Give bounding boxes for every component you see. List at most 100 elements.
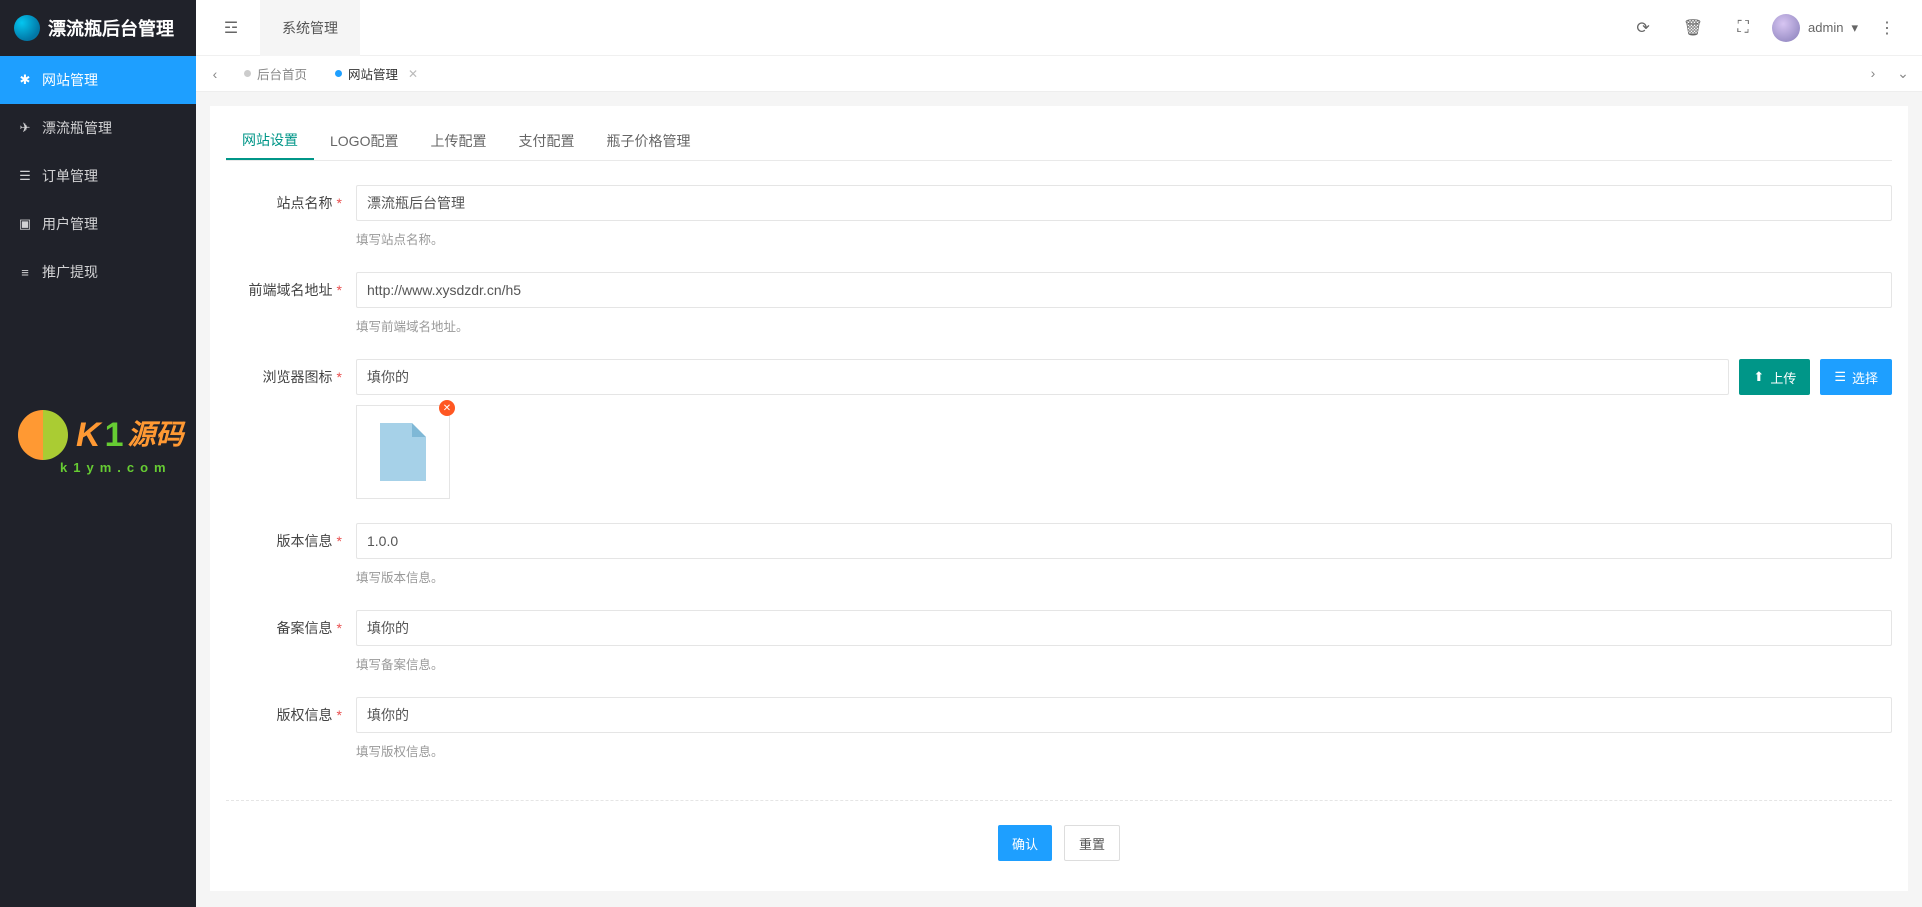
brand-title: 漂流瓶后台管理 xyxy=(48,15,174,41)
reset-label: 重置 xyxy=(1079,834,1105,853)
sidebar-item-label: 网站管理 xyxy=(42,70,98,90)
version-input[interactable] xyxy=(356,523,1892,559)
label-favicon: 浏览器图标 xyxy=(263,369,333,385)
refresh-icon[interactable]: ⟳ xyxy=(1622,0,1664,56)
inner-tab-label: 支付配置 xyxy=(518,131,574,151)
file-icon xyxy=(380,423,426,481)
sidebar-item-orders[interactable]: ☰ 订单管理 xyxy=(0,152,196,200)
thumbnail-delete-icon[interactable]: ✕ xyxy=(439,400,455,416)
tab-dot-icon xyxy=(244,70,251,77)
row-favicon: 浏览器图标* ⬆ 上传 ☰ 选择 ✕ xyxy=(226,359,1892,523)
beian-input[interactable] xyxy=(356,610,1892,646)
tabstrip-tab-website[interactable]: 网站管理 ✕ xyxy=(321,56,432,92)
favicon-input[interactable] xyxy=(356,359,1729,395)
menu-toggle-icon[interactable]: ☲ xyxy=(210,0,252,56)
user-icon: ▣ xyxy=(18,216,32,232)
inner-tab-label: 瓶子价格管理 xyxy=(606,131,690,151)
username: admin xyxy=(1808,20,1843,35)
main: ☲ 系统管理 ⟳ 🗑 ⛶ admin ▾ ⋮ ‹ 后台首页 网站管理 xyxy=(196,0,1922,907)
tab-label: 后台首页 xyxy=(257,64,307,83)
upload-icon: ⬆ xyxy=(1753,369,1764,385)
topbar: ☲ 系统管理 ⟳ 🗑 ⛶ admin ▾ ⋮ xyxy=(196,0,1922,56)
sidebar-item-promo[interactable]: ≡ 推广提现 xyxy=(0,248,196,296)
topbar-systab-label: 系统管理 xyxy=(282,18,338,38)
row-site-name: 站点名称* 填写站点名称。 xyxy=(226,185,1892,272)
tab-price-manage[interactable]: 瓶子价格管理 xyxy=(590,122,706,160)
help-copyright: 填写版权信息。 xyxy=(356,741,1892,760)
sidebar-item-website[interactable]: ✱ 网站管理 xyxy=(0,56,196,104)
row-copyright: 版权信息* 填写版权信息。 xyxy=(226,697,1892,784)
inner-tab-label: 上传配置 xyxy=(430,131,486,151)
label-version: 版本信息 xyxy=(277,533,333,549)
brand-logo-icon xyxy=(14,15,40,41)
sidebar-item-bottle[interactable]: ✈ 漂流瓶管理 xyxy=(0,104,196,152)
site-name-input[interactable] xyxy=(356,185,1892,221)
tabstrip-prev-icon[interactable]: ‹ xyxy=(200,66,230,82)
topbar-systab[interactable]: 系统管理 xyxy=(260,0,360,56)
required-mark: * xyxy=(337,282,342,298)
brand: 漂流瓶后台管理 xyxy=(0,0,196,56)
help-site-name: 填写站点名称。 xyxy=(356,229,1892,248)
sidebar-item-label: 推广提现 xyxy=(42,262,98,282)
sidebar-item-label: 订单管理 xyxy=(42,166,98,186)
tab-logo-config[interactable]: LOGO配置 xyxy=(314,122,414,160)
row-domain: 前端域名地址* 填写前端域名地址。 xyxy=(226,272,1892,359)
help-version: 填写版本信息。 xyxy=(356,567,1892,586)
label-copyright: 版权信息 xyxy=(277,707,333,723)
tab-site-settings[interactable]: 网站设置 xyxy=(226,122,314,160)
upload-button[interactable]: ⬆ 上传 xyxy=(1739,359,1810,395)
row-version: 版本信息* 填写版本信息。 xyxy=(226,523,1892,610)
close-icon[interactable]: ✕ xyxy=(408,67,418,81)
more-icon[interactable]: ⋮ xyxy=(1866,0,1908,56)
tabstrip-next-icon[interactable]: › xyxy=(1858,65,1888,82)
sidebar-item-label: 漂流瓶管理 xyxy=(42,118,112,138)
tab-label: 网站管理 xyxy=(348,64,398,83)
tabstrip-dropdown-icon[interactable]: ⌄ xyxy=(1888,65,1918,82)
domain-input[interactable] xyxy=(356,272,1892,308)
list-icon: ≡ xyxy=(18,265,32,280)
favicon-thumbnail: ✕ xyxy=(356,405,450,499)
calendar-icon: ☰ xyxy=(18,168,32,184)
select-label: 选择 xyxy=(1852,368,1878,387)
tabstrip-tab-home[interactable]: 后台首页 xyxy=(230,56,321,92)
label-site-name: 站点名称 xyxy=(277,195,333,211)
chevron-down-icon: ▾ xyxy=(1851,20,1858,36)
tab-dot-icon xyxy=(335,70,342,77)
panel-website-settings: 网站设置 LOGO配置 上传配置 支付配置 瓶子价格管理 站点名称* 填写站点名… xyxy=(210,106,1908,891)
upload-label: 上传 xyxy=(1770,368,1796,387)
globe-icon: ✱ xyxy=(18,72,32,88)
inner-tab-label: LOGO配置 xyxy=(330,131,398,151)
list-icon: ☰ xyxy=(1834,369,1846,385)
user-menu[interactable]: admin ▾ xyxy=(1772,14,1858,42)
copyright-input[interactable] xyxy=(356,697,1892,733)
row-beian: 备案信息* 填写备案信息。 xyxy=(226,610,1892,697)
avatar xyxy=(1772,14,1800,42)
required-mark: * xyxy=(337,369,342,385)
plane-icon: ✈ xyxy=(18,120,32,136)
required-mark: * xyxy=(337,620,342,636)
label-domain: 前端域名地址 xyxy=(249,282,333,298)
sidebar-nav: ✱ 网站管理 ✈ 漂流瓶管理 ☰ 订单管理 ▣ 用户管理 ≡ 推广提现 xyxy=(0,56,196,296)
sidebar: 漂流瓶后台管理 ✱ 网站管理 ✈ 漂流瓶管理 ☰ 订单管理 ▣ 用户管理 ≡ 推… xyxy=(0,0,196,907)
fullscreen-icon[interactable]: ⛶ xyxy=(1722,0,1764,56)
confirm-button[interactable]: 确认 xyxy=(998,825,1052,861)
required-mark: * xyxy=(337,195,342,211)
label-beian: 备案信息 xyxy=(277,620,333,636)
sidebar-item-users[interactable]: ▣ 用户管理 xyxy=(0,200,196,248)
sidebar-item-label: 用户管理 xyxy=(42,214,98,234)
confirm-label: 确认 xyxy=(1012,834,1038,853)
form-footer: 确认 重置 xyxy=(226,800,1892,861)
inner-tabs: 网站设置 LOGO配置 上传配置 支付配置 瓶子价格管理 xyxy=(226,122,1892,161)
page-body: 网站设置 LOGO配置 上传配置 支付配置 瓶子价格管理 站点名称* 填写站点名… xyxy=(196,92,1922,907)
help-domain: 填写前端域名地址。 xyxy=(356,316,1892,335)
tabstrip: ‹ 后台首页 网站管理 ✕ › ⌄ xyxy=(196,56,1922,92)
tab-upload-config[interactable]: 上传配置 xyxy=(414,122,502,160)
trash-icon[interactable]: 🗑 xyxy=(1672,0,1714,56)
reset-button[interactable]: 重置 xyxy=(1064,825,1120,861)
select-button[interactable]: ☰ 选择 xyxy=(1820,359,1892,395)
help-beian: 填写备案信息。 xyxy=(356,654,1892,673)
inner-tab-label: 网站设置 xyxy=(242,130,298,150)
tab-pay-config[interactable]: 支付配置 xyxy=(502,122,590,160)
required-mark: * xyxy=(337,533,342,549)
required-mark: * xyxy=(337,707,342,723)
